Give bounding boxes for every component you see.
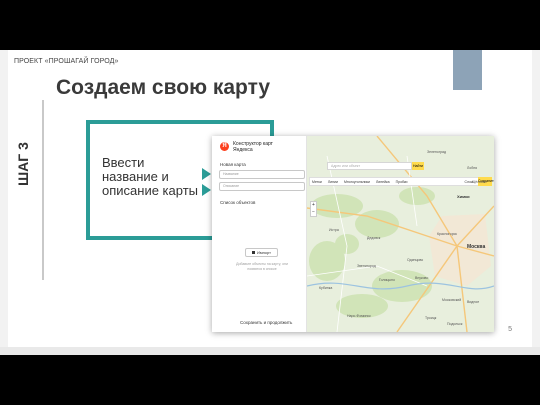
yandex-logo-icon: Я: [220, 142, 229, 151]
zoom-in-icon[interactable]: +: [311, 202, 316, 209]
map-search-input[interactable]: Адрес или объект: [327, 162, 412, 170]
objects-list-label: Список объектов: [220, 200, 256, 205]
map-toolbar: Метки Линии Многоугольники Линейка Пробк…: [309, 177, 492, 186]
right-frame-strip: [532, 50, 540, 355]
label-naro-fominsk: Наро-Фоминск: [347, 314, 371, 318]
step-label-wrapper: ШАГ 3: [8, 142, 38, 186]
label-istra: Истра: [329, 228, 339, 232]
import-icon: [252, 251, 255, 255]
zoom-control[interactable]: + −: [310, 201, 317, 217]
map-name-input[interactable]: Название: [219, 170, 305, 179]
brand-title: Конструктор карт Яндекса: [233, 141, 303, 153]
save-continue-button[interactable]: Сохранить и продолжить: [240, 320, 292, 325]
label-podolsk: Подольск: [447, 322, 463, 326]
step-label: ШАГ 3: [15, 142, 32, 186]
label-vidnoe: Видное: [467, 300, 480, 304]
side-divider: [42, 100, 44, 280]
label-zelenograd: Зеленоград: [427, 150, 447, 154]
tool-polygons[interactable]: Многоугольники: [344, 180, 370, 184]
map-description-input[interactable]: Описание: [219, 182, 305, 191]
map-search-button[interactable]: Найти: [412, 162, 424, 170]
label-lobnya: Лобня: [467, 166, 478, 170]
label-khimki: Химки: [457, 194, 470, 199]
label-troitsk: Троицк: [425, 316, 437, 320]
label-zvenigorod: Звенигород: [357, 264, 376, 268]
new-map-label: Новая карта: [220, 162, 246, 167]
instruction-text: Ввести название и описание карты: [102, 155, 198, 198]
constructor-screenshot: Я Конструктор карт Яндекса Новая карта Н…: [212, 136, 494, 332]
map-view[interactable]: Адрес или объект Найти Метки Линии Много…: [307, 136, 494, 332]
bottom-frame-strip: [0, 347, 540, 355]
accent-box: [453, 50, 482, 90]
tool-ruler[interactable]: Линейка: [376, 180, 390, 184]
label-kubinka: Кубинка: [319, 286, 333, 290]
objects-hint: Добавьте объекты на карту, они появятся …: [236, 262, 288, 271]
brand-line-2: Яндекса: [233, 147, 253, 153]
label-moscow: Москва: [467, 244, 486, 250]
constructor-panel: Я Конструктор карт Яндекса Новая карта Н…: [212, 136, 307, 332]
tool-traffic[interactable]: Пробки: [396, 180, 408, 184]
project-label: ПРОЕКТ «ПРОШАГАЙ ГОРОД»: [14, 58, 119, 65]
import-button[interactable]: Импорт: [245, 248, 278, 257]
tool-placemarks[interactable]: Метки: [312, 180, 322, 184]
label-golitsyno: Голицыно: [379, 278, 395, 282]
import-button-label: Импорт: [257, 250, 271, 255]
left-frame-strip: [0, 50, 8, 355]
zoom-out-icon[interactable]: −: [311, 209, 316, 216]
slide: ПРОЕКТ «ПРОШАГАЙ ГОРОД» Создаем свою кар…: [0, 50, 540, 355]
label-krasnogorsk: Красногорск: [437, 232, 457, 236]
label-dedovsk: Дедовск: [367, 236, 381, 240]
label-moskovsky: Московский: [442, 298, 462, 302]
arrow-name-icon: [202, 168, 211, 180]
label-odintsovo: Одинцово: [407, 258, 424, 262]
page-number: 5: [508, 326, 512, 333]
slide-title: Создаем свою карту: [56, 76, 271, 99]
tool-lines[interactable]: Линии: [328, 180, 338, 184]
label-vnukovo: Внуково: [415, 276, 429, 280]
label-shchelkovo: Щёлково: [472, 180, 487, 184]
arrow-description-icon: [202, 184, 211, 196]
